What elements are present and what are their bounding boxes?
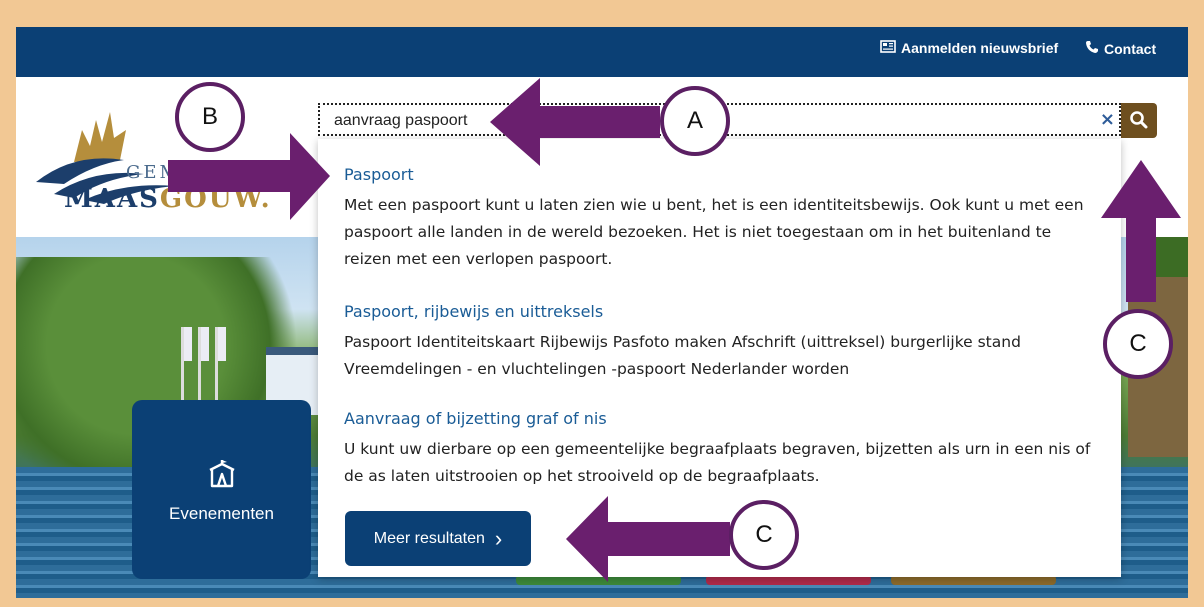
events-tile-label: Evenementen <box>169 504 274 523</box>
more-results-button[interactable]: Meer resultaten › <box>345 511 531 566</box>
annotation-label-a: A <box>660 86 730 156</box>
result-description: Met een paspoort kunt u laten zien wie u… <box>344 196 1084 268</box>
flag <box>201 327 209 361</box>
search-button[interactable] <box>1121 103 1157 138</box>
logo-wordmark: MAASGOUW. <box>64 184 272 214</box>
newspaper-icon <box>880 40 896 56</box>
phone-icon <box>1085 40 1099 57</box>
result-title[interactable]: Aanvraag of bijzetting graf of nis <box>344 409 1096 428</box>
events-tile[interactable]: Evenementen <box>132 400 311 579</box>
tent-icon <box>206 458 238 490</box>
annotation-label-c: C <box>1103 309 1173 379</box>
flag <box>184 327 192 361</box>
result-description: U kunt uw dierbare op een gemeentelijke … <box>344 440 1091 485</box>
result-description: Paspoort Identiteitskaart Rijbewijs Pasf… <box>344 333 1021 378</box>
logo-gouw: GOUW. <box>159 184 272 214</box>
top-bar: Aanmelden nieuwsbrief Contact <box>16 27 1188 77</box>
search-suggestions: Paspoort Met een paspoort kunt u laten z… <box>318 139 1121 577</box>
contact-label: Contact <box>1104 40 1157 57</box>
result-item[interactable]: Paspoort, rijbewijs en uittreksels Paspo… <box>344 302 1096 383</box>
newsletter-link[interactable]: Aanmelden nieuwsbrief <box>880 40 1058 56</box>
more-results-label: Meer resultaten <box>373 529 485 547</box>
flag <box>218 327 226 361</box>
newsletter-label: Aanmelden nieuwsbrief <box>901 40 1059 56</box>
contact-link[interactable]: Contact <box>1085 40 1156 57</box>
result-title[interactable]: Paspoort <box>344 165 1096 184</box>
logo-gem-text: GEM <box>126 162 181 183</box>
chevron-right-icon: › <box>494 525 503 551</box>
annotation-label-c: C <box>729 500 799 570</box>
annotation-label-b: B <box>175 82 245 152</box>
result-item[interactable]: Paspoort Met een paspoort kunt u laten z… <box>344 165 1096 273</box>
logo-maas: MAAS <box>64 184 160 214</box>
result-title[interactable]: Paspoort, rijbewijs en uittreksels <box>344 302 1096 321</box>
search-icon <box>1130 111 1148 129</box>
clear-icon[interactable]: × <box>1100 109 1115 130</box>
result-item[interactable]: Aanvraag of bijzetting graf of nis U kun… <box>344 409 1096 490</box>
